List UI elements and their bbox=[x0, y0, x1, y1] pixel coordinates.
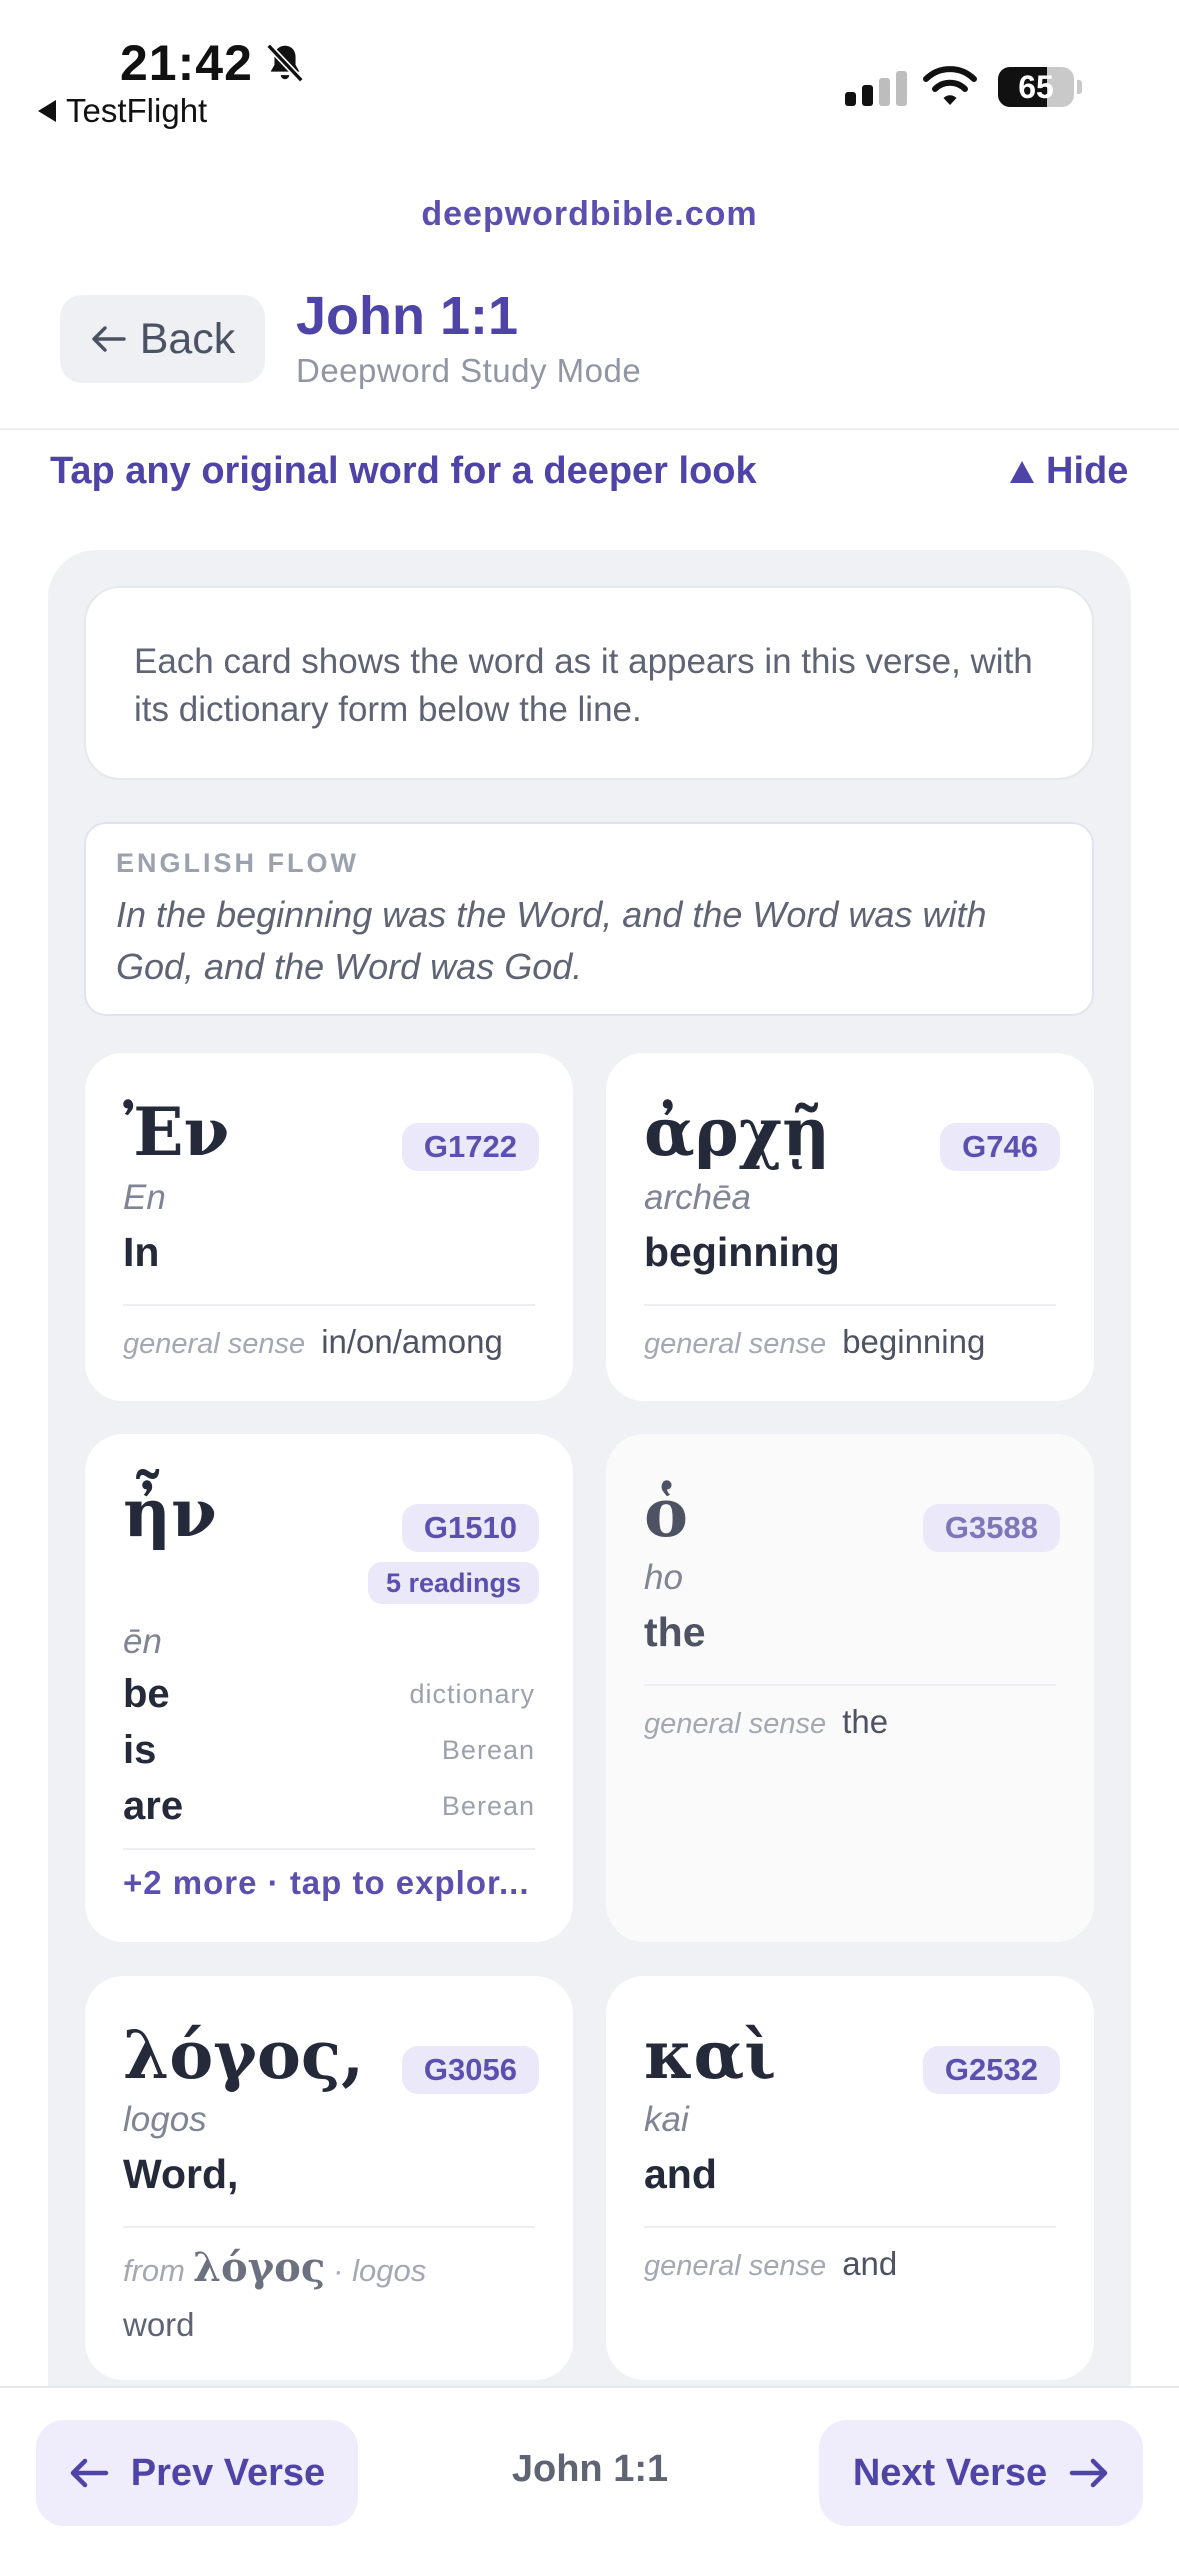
transliteration: archēa bbox=[644, 1178, 752, 1217]
current-verse-label: John 1:1 bbox=[511, 2448, 669, 2490]
card-divider bbox=[123, 1848, 535, 1850]
next-verse-label: Next Verse bbox=[852, 2451, 1048, 2494]
card-divider bbox=[123, 1304, 535, 1306]
prev-verse-button[interactable]: Prev Verse bbox=[36, 2420, 358, 2526]
english-gloss: Word, bbox=[123, 2151, 239, 2197]
site-url: deepwordbible.com bbox=[421, 195, 758, 233]
greek-word: καὶ bbox=[644, 2016, 777, 2094]
lemma-gloss: word bbox=[123, 2306, 195, 2343]
prev-verse-label: Prev Verse bbox=[130, 2451, 326, 2494]
general-sense-label: general sense bbox=[644, 1328, 827, 1360]
reading-row: be dictionary bbox=[123, 1666, 535, 1722]
reading-source: Berean bbox=[441, 1790, 535, 1821]
reading-source: Berean bbox=[441, 1734, 535, 1765]
more-readings-link[interactable]: +2 more · tap to explor... bbox=[123, 1864, 530, 1902]
english-gloss: beginning bbox=[644, 1229, 840, 1275]
page-title: John 1:1 bbox=[296, 286, 519, 346]
general-sense-value: the bbox=[842, 1703, 889, 1740]
battery-indicator: 65 bbox=[998, 67, 1082, 107]
arrow-left-icon bbox=[70, 2458, 109, 2488]
card-divider bbox=[644, 2226, 1056, 2228]
general-sense: general sense and bbox=[644, 2245, 897, 2283]
word-card[interactable]: καὶ G2532 kai and general sense and bbox=[606, 1976, 1094, 2380]
strongs-badge: G1510 bbox=[401, 1504, 539, 1552]
reading-row: are Berean bbox=[123, 1778, 535, 1834]
general-sense-label: general sense bbox=[123, 1328, 306, 1360]
general-sense-value: in/on/among bbox=[321, 1323, 503, 1360]
from-label: from bbox=[123, 2253, 185, 2288]
back-app-label: TestFlight bbox=[66, 92, 208, 129]
hide-toggle-label: Hide bbox=[1046, 450, 1129, 492]
bell-muted-icon bbox=[266, 43, 304, 83]
general-sense-value: beginning bbox=[842, 1323, 986, 1360]
word-card[interactable]: ἦν G1510 5 readings ēn be dictionary is … bbox=[85, 1434, 573, 1942]
card-divider bbox=[644, 1304, 1056, 1306]
strongs-badge: G3588 bbox=[922, 1504, 1060, 1552]
transliteration: En bbox=[123, 1178, 166, 1217]
greek-word: ἀρχῇ bbox=[644, 1093, 831, 1171]
greek-word: ὁ bbox=[644, 1474, 689, 1552]
english-flow-text: In the beginning was the Word, and the W… bbox=[116, 894, 987, 987]
intro-note: Each card shows the word as it appears i… bbox=[84, 586, 1094, 780]
arrow-right-icon bbox=[1069, 2458, 1108, 2488]
back-button[interactable]: Back bbox=[60, 295, 265, 383]
header-divider bbox=[0, 428, 1179, 430]
reading-row: is Berean bbox=[123, 1722, 535, 1778]
english-flow-label: ENGLISH FLOW bbox=[116, 848, 359, 878]
status-time: 21:42 bbox=[120, 35, 253, 91]
transliteration: ho bbox=[644, 1558, 683, 1597]
general-sense: general sense in/on/among bbox=[123, 1323, 503, 1361]
strongs-badge: G1722 bbox=[401, 1123, 539, 1171]
greek-word: Ἐν bbox=[123, 1093, 230, 1171]
word-card[interactable]: ἀρχῇ G746 archēa beginning general sense… bbox=[606, 1053, 1094, 1401]
collapse-triangle-icon bbox=[1010, 460, 1034, 483]
cellular-signal-icon bbox=[845, 70, 907, 106]
general-sense: general sense the bbox=[644, 1703, 888, 1741]
lemma-transliteration: · logos bbox=[333, 2253, 427, 2288]
general-sense-value: and bbox=[842, 2245, 898, 2282]
transliteration: logos bbox=[123, 2100, 207, 2139]
general-sense: general sense beginning bbox=[644, 1323, 985, 1361]
greek-word: ἦν bbox=[123, 1474, 217, 1552]
back-triangle-icon bbox=[38, 100, 56, 122]
card-divider bbox=[644, 1684, 1056, 1686]
transliteration: kai bbox=[644, 2100, 689, 2139]
general-sense-label: general sense bbox=[644, 2250, 827, 2282]
reading-source: dictionary bbox=[409, 1678, 535, 1709]
strongs-badge: G3056 bbox=[401, 2046, 539, 2094]
page-subtitle: Deepword Study Mode bbox=[296, 352, 642, 389]
back-button-label: Back bbox=[139, 314, 236, 363]
back-to-app-link[interactable]: TestFlight bbox=[38, 92, 207, 130]
arrow-left-icon bbox=[91, 326, 126, 352]
status-bar: 21:42 TestFlight 65 bbox=[0, 0, 1179, 140]
lemma-line: from λόγος · logos bbox=[123, 2244, 426, 2291]
english-gloss: In bbox=[123, 1229, 160, 1275]
tap-hint-text: Tap any original word for a deeper look bbox=[50, 450, 757, 492]
english-gloss: the bbox=[644, 1609, 706, 1655]
hide-toggle-button[interactable]: Hide bbox=[1010, 450, 1128, 493]
greek-word: λόγος, bbox=[123, 2016, 365, 2094]
transliteration: ēn bbox=[123, 1622, 162, 1661]
general-sense-label: general sense bbox=[644, 1708, 827, 1740]
next-verse-button[interactable]: Next Verse bbox=[819, 2420, 1143, 2526]
strongs-badge: G746 bbox=[940, 1123, 1060, 1171]
word-card[interactable]: λόγος, G3056 logos Word, from λόγος · logo… bbox=[85, 1976, 573, 2380]
card-divider bbox=[123, 2226, 535, 2228]
lemma-word: λόγος bbox=[193, 2244, 326, 2291]
wifi-icon bbox=[923, 66, 977, 105]
word-card[interactable]: ὁ G3588 ho the general sense the bbox=[606, 1434, 1094, 1942]
reading-word: be bbox=[123, 1671, 170, 1716]
english-flow-card: ENGLISH FLOW In the beginning was the Wo… bbox=[84, 822, 1094, 1016]
battery-percent: 65 bbox=[1018, 69, 1054, 105]
reading-word: is bbox=[123, 1727, 157, 1772]
strongs-badge: G2532 bbox=[922, 2046, 1060, 2094]
word-card[interactable]: Ἐν G1722 En In general sense in/on/among bbox=[85, 1053, 573, 1401]
english-gloss: and bbox=[644, 2151, 717, 2197]
reading-word: are bbox=[123, 1783, 184, 1828]
readings-badge: 5 readings bbox=[367, 1562, 539, 1604]
